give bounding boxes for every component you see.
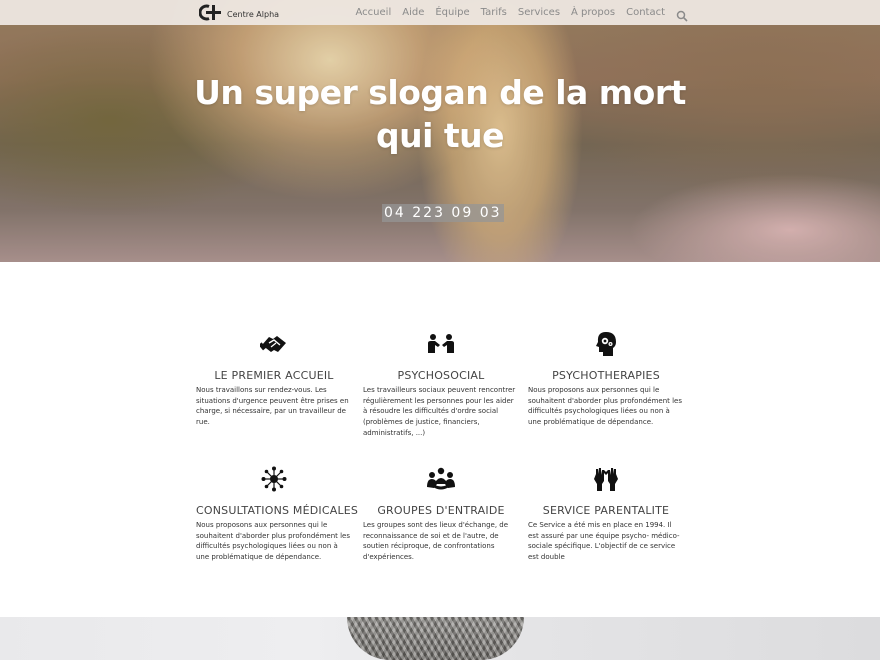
- nav-link-equipe[interactable]: Équipe: [435, 7, 469, 18]
- service-title: CONSULTATIONS MÉDICALES: [196, 504, 359, 517]
- nav-link-accueil[interactable]: Accueil: [356, 7, 392, 18]
- knit-beanie-image: [347, 617, 524, 660]
- nav-menu: Accueil Aide Équipe Tarifs Services À pr…: [345, 0, 688, 25]
- service-card-consultations-medicales: CONSULTATIONS MÉDICALES Nous proposons a…: [196, 465, 359, 563]
- brand-name: Centre Alpha: [227, 10, 280, 19]
- search-icon[interactable]: [676, 7, 688, 22]
- head-gears-icon: [528, 330, 684, 358]
- network-icon: [196, 465, 352, 493]
- service-card-service-parentalite: SERVICE PARENTALITE Ce Service a été mis…: [528, 465, 684, 563]
- bottom-image-section: [0, 617, 880, 660]
- meeting-people-icon: [363, 330, 519, 358]
- service-card-premier-accueil: LE PREMIER ACCUEIL Nous travaillons sur …: [196, 330, 352, 428]
- service-description: Nous proposons aux personnes qui le souh…: [196, 521, 350, 562]
- service-description: Nous travaillons sur rendez-vous. Les si…: [196, 386, 349, 427]
- group-icon: [363, 465, 519, 493]
- service-description: Les travailleurs sociaux peuvent rencont…: [363, 386, 516, 437]
- top-navbar: Centre Alpha Accueil Aide Équipe Tarifs …: [0, 0, 880, 25]
- service-card-psychotherapies: PSYCHOTHERAPIES Nous proposons aux perso…: [528, 330, 684, 428]
- service-title: GROUPES D'ENTRAIDE: [377, 504, 505, 517]
- service-title: LE PREMIER ACCUEIL: [214, 369, 334, 382]
- logo-c-mark-icon: [198, 4, 222, 21]
- service-card-psychosocial: PSYCHOSOCIAL Les travailleurs sociaux pe…: [363, 330, 519, 439]
- hero-phone-number[interactable]: 04 223 09 03: [382, 204, 504, 222]
- service-description: Ce Service a été mis en place en 1994. I…: [528, 521, 680, 562]
- service-description: Nous proposons aux personnes qui le souh…: [528, 386, 682, 427]
- nav-link-a-propos[interactable]: À propos: [571, 7, 615, 18]
- service-card-groupes-entraide: GROUPES D'ENTRAIDE Les groupes sont des …: [363, 465, 519, 563]
- brand[interactable]: Centre Alpha: [198, 3, 280, 22]
- service-title: PSYCHOTHERAPIES: [552, 369, 660, 382]
- handshake-icon: [196, 330, 352, 358]
- nav-link-contact[interactable]: Contact: [626, 7, 665, 18]
- service-title: SERVICE PARENTALITE: [542, 504, 670, 517]
- nav-link-services[interactable]: Services: [518, 7, 560, 18]
- nav-link-aide[interactable]: Aide: [402, 7, 424, 18]
- nav-link-tarifs[interactable]: Tarifs: [481, 7, 507, 18]
- service-description: Les groupes sont des lieux d'échange, de…: [363, 521, 509, 562]
- hero-title: Un super slogan de la mort qui tue: [194, 73, 686, 155]
- service-title: PSYCHOSOCIAL: [397, 369, 485, 382]
- raised-hands-icon: [528, 465, 684, 493]
- hero-banner: Un super slogan de la mort qui tue 04 22…: [0, 0, 880, 262]
